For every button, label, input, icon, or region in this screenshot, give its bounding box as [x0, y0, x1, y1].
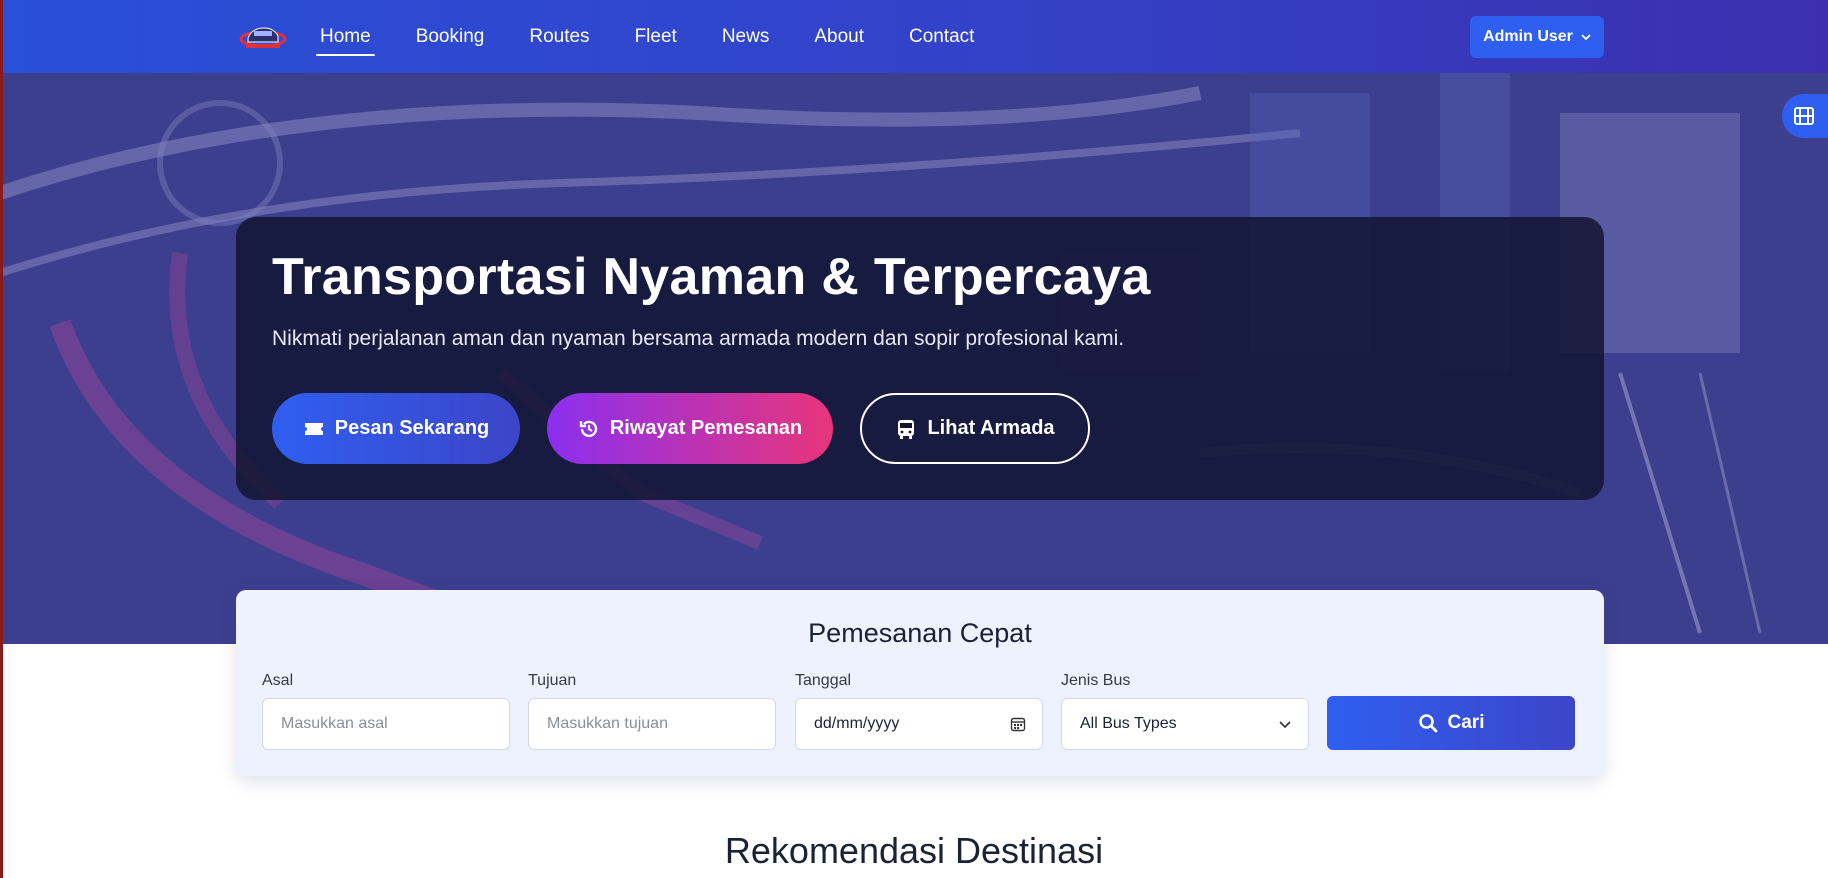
hero-title: Transportasi Nyaman & Terpercaya: [272, 248, 1151, 306]
hero-card: Transportasi Nyaman & Terpercaya Nikmati…: [236, 217, 1604, 500]
nav-booking[interactable]: Booking: [416, 20, 485, 54]
bus-type-label: Jenis Bus: [1061, 672, 1131, 689]
bus-type-field: Jenis Bus All Bus Types: [1061, 672, 1309, 750]
search-button[interactable]: Cari: [1327, 696, 1575, 750]
book-now-button[interactable]: Pesan Sekarang: [272, 393, 520, 464]
origin-label: Asal: [262, 672, 294, 689]
bus-type-select[interactable]: All Bus Types: [1061, 698, 1309, 750]
search-button-label: Cari: [1447, 712, 1485, 733]
side-media-button[interactable]: [1782, 94, 1828, 138]
book-now-label: Pesan Sekarang: [334, 417, 490, 439]
window-frame-edge: [0, 0, 3, 878]
hero-subtitle: Nikmati perjalanan aman dan nyaman bersa…: [272, 327, 1125, 350]
user-menu-label: Admin User: [1483, 28, 1573, 45]
bus-logo[interactable]: [238, 22, 288, 56]
date-field: Tanggal dd/mm/yyyy: [795, 672, 1043, 750]
ticket-icon: [304, 422, 323, 435]
quick-booking-title: Pemesanan Cepat: [808, 618, 1032, 648]
date-label: Tanggal: [795, 672, 852, 689]
date-value: dd/mm/yyyy: [814, 715, 900, 732]
history-icon: [579, 420, 598, 437]
nav-routes[interactable]: Routes: [529, 20, 589, 54]
user-menu-button[interactable]: Admin User: [1470, 16, 1604, 58]
destination-input[interactable]: Masukkan tujuan: [528, 698, 776, 750]
nav-about[interactable]: About: [814, 20, 864, 54]
view-fleet-button[interactable]: Lihat Armada: [860, 393, 1090, 464]
chevron-down-icon: [1581, 34, 1591, 41]
recommended-destinations-title: Rekomendasi Destinasi: [724, 830, 1104, 871]
view-fleet-label: Lihat Armada: [927, 417, 1055, 439]
film-icon: [1794, 107, 1814, 125]
nav-home[interactable]: Home: [316, 20, 375, 56]
destination-field: Tujuan Masukkan tujuan: [528, 672, 776, 750]
booking-history-label: Riwayat Pemesanan: [609, 417, 803, 439]
search-icon: [1418, 714, 1437, 733]
booking-history-button[interactable]: Riwayat Pemesanan: [547, 393, 833, 464]
destination-label: Tujuan: [528, 672, 577, 689]
quick-booking-form: Pemesanan Cepat Asal Masukkan asal Tujua…: [236, 590, 1604, 776]
main-nav: Home Booking Routes Fleet News About Con…: [316, 0, 1019, 73]
calendar-icon[interactable]: [1010, 716, 1026, 732]
bus-type-value: All Bus Types: [1080, 715, 1177, 732]
top-navbar: Home Booking Routes Fleet News About Con…: [0, 0, 1828, 73]
nav-fleet[interactable]: Fleet: [635, 20, 677, 54]
origin-field: Asal Masukkan asal: [262, 672, 510, 750]
nav-news[interactable]: News: [722, 20, 770, 54]
chevron-down-icon: [1279, 721, 1291, 729]
bus-icon: [898, 419, 915, 439]
date-input[interactable]: dd/mm/yyyy: [795, 698, 1043, 750]
nav-contact[interactable]: Contact: [909, 20, 974, 54]
origin-input[interactable]: Masukkan asal: [262, 698, 510, 750]
